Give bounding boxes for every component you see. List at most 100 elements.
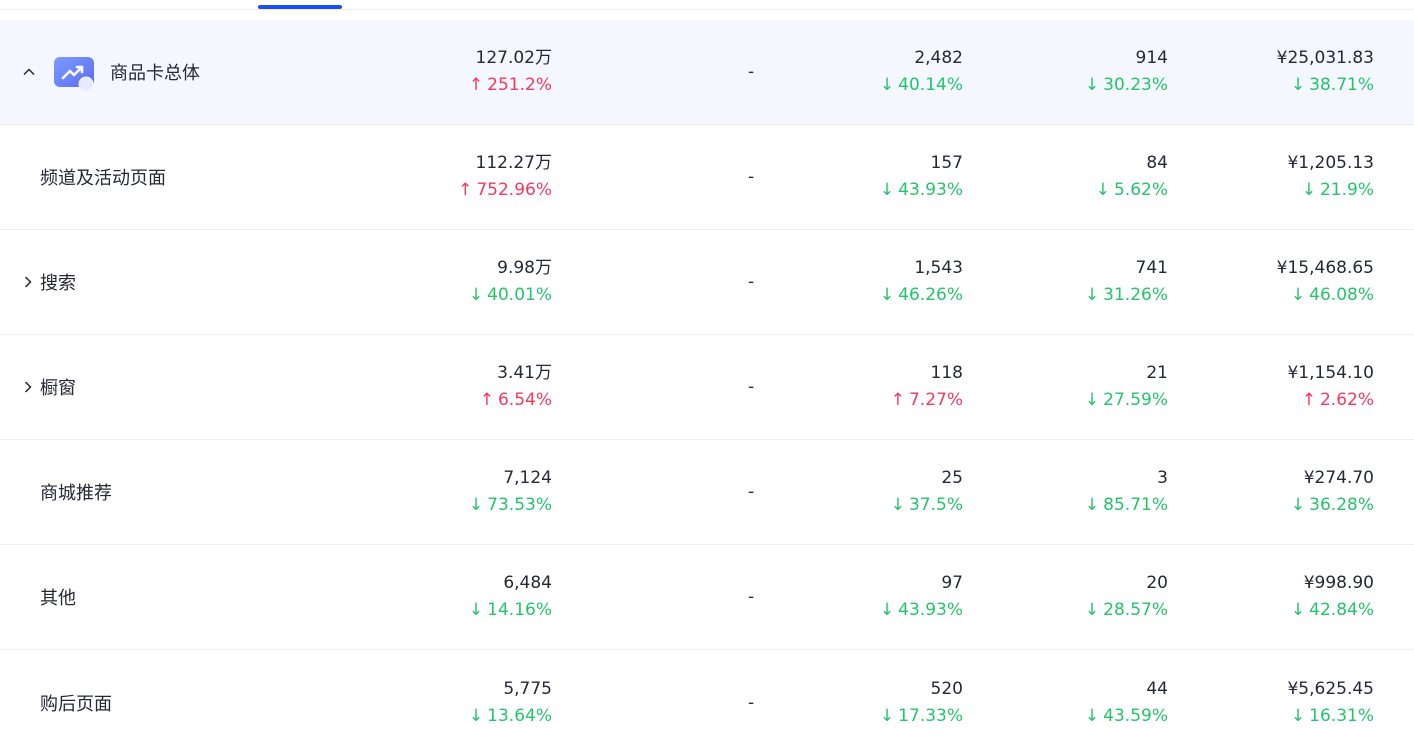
metric-cell: 127.02万 ↑ 251.2% (402, 20, 552, 124)
metric-value: 112.27万 (475, 153, 552, 173)
metric-value: 21 (1146, 363, 1168, 383)
arrow-down-icon: ↓ (1290, 285, 1306, 305)
tab-bar (0, 0, 1414, 10)
metric-value: 3.41万 (497, 363, 552, 383)
metric-cell: 9.98万 ↓ 40.01% (402, 230, 552, 334)
arrow-down-icon: ↓ (1084, 75, 1100, 95)
arrow-down-icon: ↓ (468, 600, 484, 620)
metric-value: ¥998.90 (1303, 573, 1374, 593)
metric-value: 6,484 (503, 573, 552, 593)
metric-cell: ¥1,154.10 ↑ 2.62% (1224, 335, 1374, 439)
arrow-down-icon: ↓ (1290, 75, 1306, 95)
metric-value: 9.98万 (497, 258, 552, 278)
metric-change: ↓ 43.59% (1018, 703, 1168, 730)
metric-value: ¥15,468.65 (1276, 258, 1374, 278)
metric-value: 25 (941, 468, 963, 488)
arrow-up-icon: ↑ (1301, 390, 1316, 410)
metric-cell: ¥274.70 ↓ 36.28% (1224, 440, 1374, 544)
metric-cell: 520 ↓ 17.33% (813, 650, 963, 755)
arrow-down-icon: ↓ (1290, 495, 1306, 515)
metric-value: 118 (930, 363, 963, 383)
metric-cell: 2,482 ↓ 40.14% (813, 20, 963, 124)
arrow-up-icon: ↑ (890, 390, 905, 410)
metric-value: ¥1,154.10 (1287, 363, 1374, 383)
metric-cell: ¥1,205.13 ↓ 21.9% (1224, 125, 1374, 229)
metric-value: 127.02万 (475, 48, 552, 68)
metric-change: ↓ 40.01% (402, 282, 552, 309)
table-row[interactable]: 其他 6,484 ↓ 14.16% - 97 ↓ 43.93% 20 ↓ 28.57%… (0, 545, 1414, 650)
arrow-down-icon: ↓ (1084, 705, 1100, 726)
metric-value: 2,482 (914, 48, 963, 68)
metric-change: ↓ 31.26% (1018, 282, 1168, 309)
table-row[interactable]: 橱窗 3.41万 ↑ 6.54% - 118 ↑ 7.27% 21 ↓ 27.59% … (0, 335, 1414, 440)
metric-cell: 157 ↓ 43.93% (813, 125, 963, 229)
table-row[interactable]: 商城推荐 7,124 ↓ 73.53% - 25 ↓ 37.5% 3 ↓ 85.71%… (0, 440, 1414, 545)
metric-change: ↓ 21.9% (1224, 177, 1374, 204)
row-label: 搜索 (40, 273, 76, 294)
metric-cell: ¥25,031.83 ↓ 38.71% (1224, 20, 1374, 124)
active-tab-indicator (258, 5, 342, 9)
metric-change: ↓ 38.71% (1224, 72, 1374, 99)
metric-change: ↓ 16.31% (1224, 703, 1374, 730)
metric-value: 7,124 (503, 468, 552, 488)
chevron-up-icon[interactable] (22, 65, 36, 79)
table-row[interactable]: 购后页面 5,775 ↓ 13.64% - 520 ↓ 17.33% 44 ↓ 43.… (0, 650, 1414, 755)
chevron-right-icon[interactable] (21, 275, 35, 289)
arrow-down-icon: ↓ (468, 495, 484, 515)
metric-change: ↓ 5.62% (1018, 177, 1168, 204)
metric-empty: - (748, 587, 755, 607)
arrow-down-icon: ↓ (879, 600, 895, 620)
metric-cell: 21 ↓ 27.59% (1018, 335, 1168, 439)
row-label: 商品卡总体 (110, 63, 200, 84)
table-row[interactable]: 搜索 9.98万 ↓ 40.01% - 1,543 ↓ 46.26% 741 ↓ 31… (0, 230, 1414, 335)
metric-cell: 914 ↓ 30.23% (1018, 20, 1168, 124)
metric-value: ¥274.70 (1303, 468, 1374, 488)
metric-cell: 112.27万 ↑ 752.96% (402, 125, 552, 229)
metric-change: ↓ 36.28% (1224, 492, 1374, 519)
arrow-down-icon: ↓ (879, 705, 895, 726)
arrow-up-icon: ↑ (458, 180, 473, 200)
metric-cell: 6,484 ↓ 14.16% (402, 545, 552, 649)
metric-change: ↓ 85.71% (1018, 492, 1168, 519)
row-label: 商城推荐 (40, 483, 112, 504)
arrow-down-icon: ↓ (468, 705, 484, 726)
table-row-summary[interactable]: 商品卡总体 127.02万 ↑ 251.2% - 2,482 ↓ 40.14% 91… (0, 20, 1414, 125)
row-label: 橱窗 (40, 378, 76, 399)
metric-cell: 5,775 ↓ 13.64% (402, 650, 552, 755)
metric-value: 741 (1135, 258, 1168, 278)
table-row[interactable]: 频道及活动页面 112.27万 ↑ 752.96% - 157 ↓ 43.93% 8… (0, 125, 1414, 230)
metric-value: 84 (1146, 153, 1168, 173)
metric-value: 44 (1146, 678, 1168, 699)
arrow-up-icon: ↑ (468, 75, 484, 95)
metric-change: ↓ 73.53% (402, 492, 552, 519)
metric-value: 20 (1146, 573, 1168, 593)
metric-cell: ¥15,468.65 ↓ 46.08% (1224, 230, 1374, 334)
metric-cell: 20 ↓ 28.57% (1018, 545, 1168, 649)
metric-value: ¥5,625.45 (1287, 678, 1374, 699)
arrow-down-icon: ↓ (1290, 600, 1306, 620)
metric-value: 97 (941, 573, 963, 593)
arrow-up-icon: ↑ (479, 390, 494, 410)
metric-empty: - (748, 272, 755, 292)
arrow-down-icon: ↓ (1301, 180, 1316, 200)
arrow-down-icon: ↓ (1095, 180, 1110, 200)
chevron-right-icon[interactable] (21, 380, 35, 394)
arrow-down-icon: ↓ (879, 180, 895, 200)
arrow-down-icon: ↓ (1084, 600, 1100, 620)
metric-cell: 1,543 ↓ 46.26% (813, 230, 963, 334)
metric-cell: 3 ↓ 85.71% (1018, 440, 1168, 544)
metric-change: ↓ 30.23% (1018, 72, 1168, 99)
arrow-down-icon: ↓ (1084, 495, 1100, 515)
arrow-down-icon: ↓ (1084, 390, 1100, 410)
metric-change: ↑ 752.96% (402, 177, 552, 204)
metric-change: ↓ 43.93% (813, 597, 963, 624)
metric-value: 157 (930, 153, 963, 173)
arrow-down-icon: ↓ (1084, 285, 1100, 305)
row-label: 其他 (40, 588, 76, 609)
metric-cell: 3.41万 ↑ 6.54% (402, 335, 552, 439)
metric-change: ↓ 17.33% (813, 703, 963, 730)
metric-change: ↓ 13.64% (402, 703, 552, 730)
arrow-down-icon: ↓ (468, 285, 484, 305)
metric-cell: 741 ↓ 31.26% (1018, 230, 1168, 334)
metric-change: ↑ 6.54% (402, 387, 552, 414)
